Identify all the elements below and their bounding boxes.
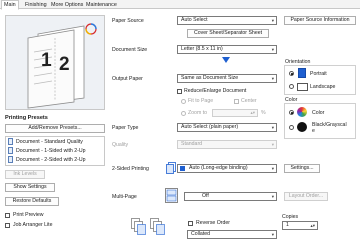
preview-page-number-1: 1: [41, 50, 52, 71]
preview-illustration: [27, 23, 97, 109]
collated-select[interactable]: Collated ▾: [187, 230, 277, 239]
two-sided-mode-icon: [180, 166, 185, 171]
color-icon: [297, 107, 307, 117]
landscape-icon: [297, 83, 308, 91]
color-group: [284, 103, 356, 139]
tab-bar: Main Finishing More Options Maintenance: [0, 0, 360, 10]
job-arranger-label: Job Arranger Lite: [13, 222, 53, 228]
zoom-to-label: Zoom to: [188, 110, 208, 116]
paper-source-info-button[interactable]: Paper Source Information: [284, 16, 356, 25]
copies-input[interactable]: 1 ▴▾: [282, 221, 318, 230]
preset-item[interactable]: Document - Standard Quality: [7, 138, 104, 146]
two-sided-icon: [166, 162, 176, 174]
paper-source-select[interactable]: Auto Select ▾: [177, 16, 277, 25]
document-preset-icon: [8, 147, 13, 154]
presets-list: Document - Standard Quality Document - 1…: [5, 136, 105, 166]
restore-defaults-button[interactable]: Restore Defaults: [5, 197, 59, 206]
document-preset-icon: [8, 156, 13, 163]
spin-arrows-icon: ▴▾: [250, 110, 255, 115]
paper-type-select[interactable]: Auto Select (plain paper) ▾: [177, 123, 277, 132]
chevron-down-icon: ▾: [271, 125, 274, 130]
document-size-label: Document Size: [112, 47, 148, 53]
arrow-down-icon: [222, 57, 230, 63]
fit-to-page-label: Fit to Page: [188, 98, 214, 104]
two-sided-select[interactable]: Auto (Long-edge binding) ▾: [177, 164, 277, 173]
zoom-to-radio[interactable]: [181, 111, 186, 116]
print-preview-area: 1 2: [5, 15, 105, 110]
add-remove-presets-button[interactable]: Add/Remove Presets...: [5, 124, 105, 133]
document-preset-icon: [8, 138, 13, 145]
black-grayscale-label-line1: Black/Grayscal: [312, 122, 347, 128]
grayscale-icon: [297, 122, 307, 132]
portrait-label: Portrait: [310, 71, 327, 77]
chevron-down-icon: ▾: [271, 166, 274, 171]
job-arranger-checkbox[interactable]: [5, 223, 10, 228]
tab-finishing[interactable]: Finishing: [23, 1, 49, 9]
ink-levels-button[interactable]: Ink Levels: [5, 170, 45, 179]
reverse-order-label: Reverse Order: [196, 220, 231, 226]
show-settings-button[interactable]: Show Settings: [5, 183, 55, 192]
center-label: Center: [241, 98, 257, 104]
tab-maintenance[interactable]: Maintenance: [84, 1, 119, 9]
black-grayscale-radio[interactable]: [289, 125, 294, 130]
color-label: Color: [312, 110, 325, 116]
print-preview-checkbox[interactable]: [5, 213, 10, 218]
multi-page-icon: [165, 188, 178, 203]
document-size-select[interactable]: Letter (8.5 x 11 in) ▾: [177, 45, 277, 54]
cover-sheet-button[interactable]: Cover Sheet/Separator Sheet: [187, 29, 269, 38]
two-sided-label: 2-Sided Printing: [112, 166, 149, 172]
preview-page-number-2: 2: [59, 54, 70, 75]
presets-title: Printing Presets: [5, 115, 48, 121]
reduce-enlarge-label: Reduce/Enlarge Document: [184, 88, 247, 94]
spin-arrows-icon: ▴▾: [310, 223, 315, 228]
copies-label: Copies: [282, 214, 299, 220]
chevron-down-icon: ▾: [271, 194, 274, 199]
collate-icon: [131, 218, 167, 236]
black-grayscale-label-line2: e: [312, 128, 315, 134]
chevron-down-icon: ▾: [271, 47, 274, 52]
preset-item[interactable]: Document - 1-Sided with 2-Up: [7, 147, 104, 155]
landscape-label: Landscape: [310, 84, 336, 90]
reduce-enlarge-checkbox[interactable]: [177, 89, 182, 94]
portrait-icon: [298, 68, 306, 78]
multi-page-label: Multi-Page: [112, 194, 137, 200]
output-paper-select[interactable]: Same as Document Size ▾: [177, 74, 277, 83]
portrait-radio[interactable]: [289, 71, 294, 76]
quality-label: Quality: [112, 142, 129, 148]
landscape-radio[interactable]: [289, 84, 294, 89]
chevron-down-icon: ▾: [271, 18, 274, 23]
tab-main[interactable]: Main: [1, 0, 19, 10]
color-radio[interactable]: [289, 110, 294, 115]
center-checkbox[interactable]: [234, 99, 239, 104]
reverse-order-checkbox[interactable]: [188, 221, 193, 226]
preset-item[interactable]: Document - 2-Sided with 2-Up: [7, 156, 104, 164]
multi-page-select[interactable]: Off ▾: [184, 192, 277, 201]
paper-source-label: Paper Source: [112, 18, 144, 24]
two-sided-settings-button[interactable]: Settings...: [284, 164, 320, 173]
print-preview-label: Print Preview: [13, 212, 44, 218]
output-paper-label: Output Paper: [112, 76, 143, 82]
fit-to-page-radio[interactable]: [181, 99, 186, 104]
zoom-to-input[interactable]: ▴▾: [212, 109, 258, 117]
quality-select[interactable]: Standard ▾: [177, 140, 277, 149]
chevron-down-icon: ▾: [271, 142, 274, 147]
orientation-group: [284, 65, 356, 95]
tab-more-options[interactable]: More Options: [49, 1, 85, 9]
layout-order-button[interactable]: Layout Order...: [284, 192, 328, 201]
zoom-unit-label: %: [261, 110, 266, 116]
chevron-down-icon: ▾: [271, 232, 274, 237]
chevron-down-icon: ▾: [271, 76, 274, 81]
paper-type-label: Paper Type: [112, 125, 139, 131]
